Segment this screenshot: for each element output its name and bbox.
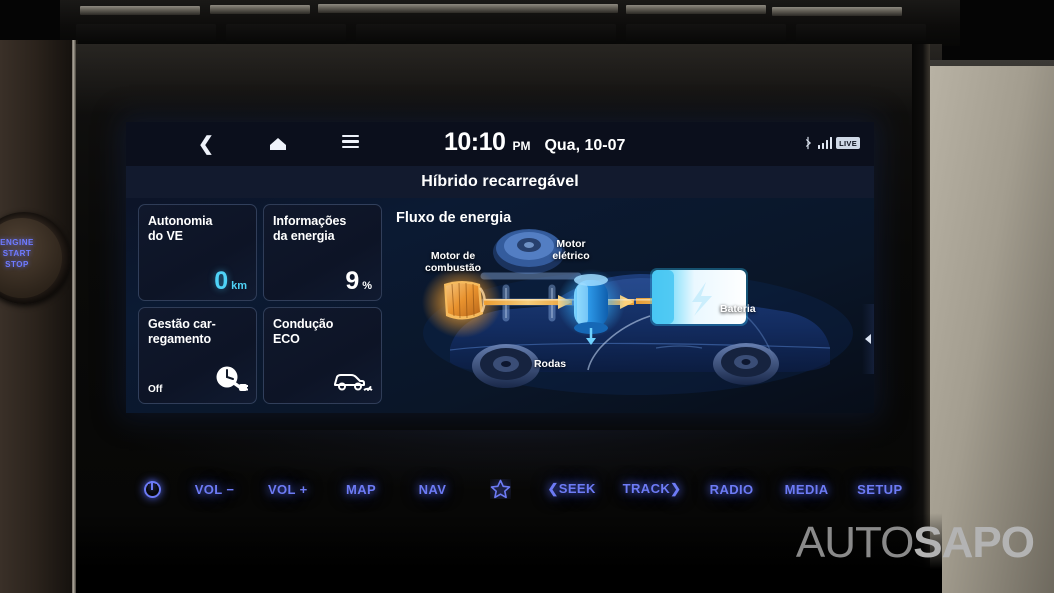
page-title-text: Híbrido recarregável xyxy=(421,173,579,190)
page-title: Híbrido recarregável xyxy=(126,166,874,198)
card-title: Gestão car- regamento xyxy=(148,317,247,346)
air-vent-trim xyxy=(60,0,960,46)
wheel-front xyxy=(713,343,779,385)
chevron-left-icon xyxy=(865,334,871,344)
card-title: Autonomia do VE xyxy=(148,214,247,243)
volume-up-button[interactable]: VOL + xyxy=(251,482,325,497)
ev-range-value: 0 km xyxy=(214,269,247,294)
card-title: Informações da energia xyxy=(273,214,372,243)
ev-range-unit: km xyxy=(231,280,247,292)
bluetooth-icon xyxy=(805,136,811,150)
label-electric-motor: Motor elétrico xyxy=(536,238,606,262)
power-button[interactable] xyxy=(126,480,178,498)
start-line-3: STOP xyxy=(5,260,29,269)
label-emotor-line2: elétrico xyxy=(552,250,590,262)
console-gloss xyxy=(76,44,942,114)
card-title-line1: Informações xyxy=(273,214,347,228)
energy-info-value: 9 % xyxy=(345,269,372,294)
label-battery: Bateria xyxy=(720,303,756,315)
nav-button[interactable]: NAV xyxy=(397,482,468,497)
right-dash-trim xyxy=(930,66,1054,593)
watermark-bold: SAPO xyxy=(913,518,1035,567)
live-badge: LIVE xyxy=(836,137,860,149)
star-icon xyxy=(490,479,511,499)
watermark: AUTOSAPO xyxy=(795,518,1035,567)
card-title-line1: Autonomia xyxy=(148,214,213,228)
seek-button[interactable]: ❮SEEK xyxy=(533,481,611,497)
infotainment-screen[interactable]: ❮ 10:10 PM Qua, 10-07 LIVE Híbrido recar… xyxy=(126,122,874,413)
engine-start-stop-label: ENGINE START STOP xyxy=(0,237,48,270)
charge-management-state: Off xyxy=(148,384,163,395)
card-title-line2: regamento xyxy=(148,331,212,346)
status-bar: ❮ 10:10 PM Qua, 10-07 LIVE xyxy=(126,122,874,166)
card-title-line2: ECO xyxy=(273,331,300,346)
track-button[interactable]: TRACK❯ xyxy=(610,481,693,497)
card-ev-range[interactable]: Autonomia do VE 0 km xyxy=(138,204,257,301)
volume-down-button[interactable]: VOL − xyxy=(178,482,250,497)
energy-info-number: 9 xyxy=(345,267,360,295)
left-dash-trim xyxy=(0,40,78,593)
power-icon xyxy=(143,480,161,498)
start-line-1: ENGINE xyxy=(0,238,34,247)
label-engine-line2: combustão xyxy=(424,262,481,274)
back-icon[interactable]: ❮ xyxy=(170,135,242,154)
main-content: Autonomia do VE 0 km Informações da ener… xyxy=(126,198,874,413)
status-indicators: LIVE xyxy=(802,136,860,150)
card-title-line1: Gestão car- xyxy=(148,317,216,331)
energy-info-unit: % xyxy=(362,280,372,292)
combustion-engine xyxy=(444,281,486,320)
start-line-2: START xyxy=(2,249,32,258)
battery xyxy=(650,268,748,326)
dashboard-photo: ENGINE START STOP ❮ 10:10 PM Qua, 10-07 … xyxy=(0,0,1054,593)
label-wheels: Rodas xyxy=(533,358,567,370)
clock-ampm: PM xyxy=(512,139,531,153)
media-button[interactable]: MEDIA xyxy=(770,482,844,497)
clock-date: Qua, 10-07 xyxy=(544,137,626,154)
card-title: Condução ECO xyxy=(273,317,372,346)
energy-flow-panel[interactable]: Fluxo de energia Motor de combustão Moto… xyxy=(388,198,874,413)
info-card-grid: Autonomia do VE 0 km Informações da ener… xyxy=(138,204,382,404)
radio-button[interactable]: RADIO xyxy=(694,482,770,497)
panel-collapse-button[interactable] xyxy=(862,304,874,374)
card-energy-info[interactable]: Informações da energia 9 % xyxy=(263,204,382,301)
ev-range-number: 0 xyxy=(214,267,229,295)
hardkey-row: VOL − VOL + MAP NAV ❮SEEK TRACK❯ RADIO M… xyxy=(126,466,916,512)
clock-time: 10:10 xyxy=(444,128,506,156)
card-title-line1: Condução xyxy=(273,317,334,331)
watermark-thin: AUTO xyxy=(795,518,914,567)
card-charge-management[interactable]: Gestão car- regamento Off xyxy=(138,307,257,404)
card-eco-driving[interactable]: Condução ECO xyxy=(263,307,382,404)
charge-timer-icon xyxy=(214,364,249,399)
energy-flow-diagram xyxy=(422,229,853,395)
home-icon[interactable] xyxy=(242,136,314,152)
card-title-line2: do VE xyxy=(148,228,183,243)
label-combustion-engine: Motor de combustão xyxy=(410,250,496,274)
label-engine-line1: Motor de xyxy=(430,250,476,262)
setup-button[interactable]: SETUP xyxy=(844,482,916,497)
hamburger-menu-icon[interactable] xyxy=(314,132,386,157)
clock: 10:10 PM Qua, 10-07 xyxy=(444,128,625,157)
card-title-line2: da energia xyxy=(273,228,335,243)
favorites-button[interactable] xyxy=(468,479,533,499)
map-button[interactable]: MAP xyxy=(325,482,397,497)
eco-car-icon xyxy=(331,366,373,399)
label-emotor-line1: Motor xyxy=(556,238,586,250)
signal-bars-icon xyxy=(817,137,833,149)
